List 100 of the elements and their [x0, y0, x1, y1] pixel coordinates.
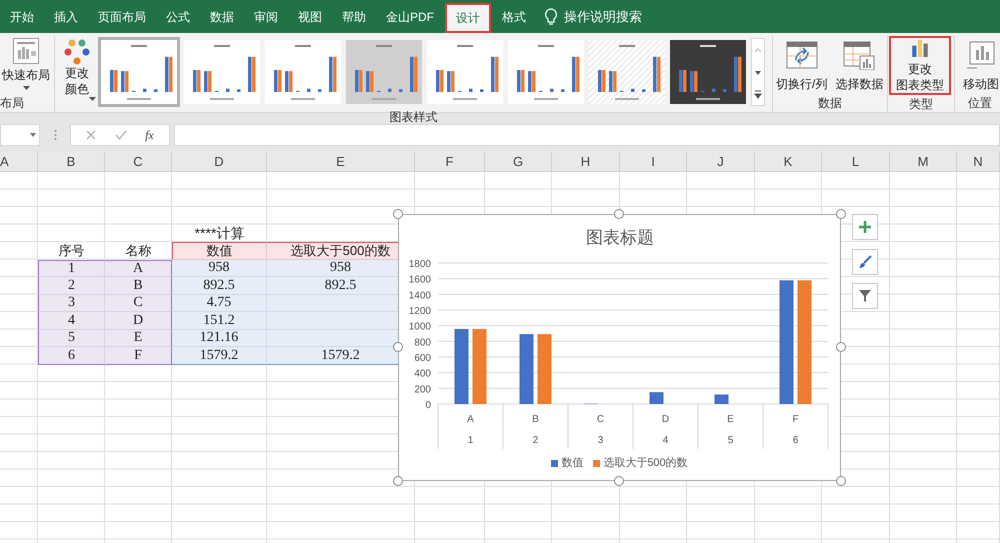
- column-header[interactable]: E: [267, 152, 415, 171]
- table-cell: 1: [38, 260, 105, 277]
- filter-icon: [858, 289, 872, 303]
- resize-handle[interactable]: [836, 476, 846, 486]
- ribbon-tab[interactable]: 数据: [200, 0, 244, 33]
- table-cell: 151.2: [172, 312, 267, 330]
- cancel-icon[interactable]: [86, 130, 96, 140]
- table-cell: B: [105, 277, 172, 294]
- plus-icon: [858, 220, 872, 234]
- bar[interactable]: [650, 392, 664, 404]
- group-label: 图表样式: [388, 109, 438, 126]
- sheet-title: ****计算: [194, 224, 246, 242]
- formula-input[interactable]: [174, 124, 1000, 146]
- ribbon-tab[interactable]: 帮助: [332, 0, 376, 33]
- axis-tick-label: 800: [414, 337, 431, 348]
- table-cell: 892.5: [172, 277, 267, 294]
- caret-icon: [30, 133, 36, 137]
- axis-tick-label: 1200: [408, 306, 431, 317]
- chart-styles-button[interactable]: [852, 249, 878, 275]
- category-label: 1: [468, 435, 474, 446]
- axis-tick-label: 1000: [408, 322, 431, 333]
- select-data-button[interactable]: 选择数据: [832, 36, 886, 93]
- resize-handle[interactable]: [393, 209, 403, 219]
- ribbon-tab[interactable]: 开始: [0, 0, 44, 33]
- axis-tick-label: 600: [414, 353, 431, 364]
- ribbon-tab[interactable]: 金山PDF: [376, 0, 444, 33]
- chart-title[interactable]: 图表标题: [586, 228, 654, 247]
- ribbon-tab[interactable]: 设计: [445, 3, 491, 33]
- column-header[interactable]: B: [38, 152, 105, 171]
- ribbon-tab[interactable]: 插入: [44, 0, 88, 33]
- category-label: B: [532, 414, 539, 425]
- category-label: 4: [662, 435, 668, 446]
- resize-handle[interactable]: [836, 209, 846, 219]
- group-label: 数据: [817, 95, 843, 112]
- table-cell: 121.16: [172, 330, 267, 347]
- group-label: 类型: [908, 96, 934, 113]
- resize-handle[interactable]: [614, 209, 624, 219]
- search-field[interactable]: 操作说明搜索: [564, 6, 642, 26]
- ribbon-tab[interactable]: 视图: [288, 0, 332, 33]
- color-palette-icon: [64, 39, 90, 65]
- table-chart-icon: [843, 40, 876, 70]
- change-chart-type-button[interactable]: 更改 图表类型: [889, 36, 951, 95]
- legend-label: 选取大于500的数: [603, 456, 688, 471]
- chart-window-icon: [966, 40, 996, 70]
- resize-handle[interactable]: [393, 476, 403, 486]
- table-cell: 1579.2: [172, 347, 267, 364]
- axis-tick-label: 200: [414, 384, 431, 396]
- column-header[interactable]: I: [620, 152, 687, 171]
- legend-label: 数值: [561, 456, 584, 471]
- quick-layout-button[interactable]: 快速布局: [0, 36, 52, 90]
- table-cell: 6: [38, 347, 105, 364]
- table-cell: 958: [172, 260, 267, 277]
- table-cell: D: [105, 312, 172, 330]
- column-header[interactable]: D: [172, 152, 267, 171]
- axis-tick-label: 0: [425, 400, 431, 411]
- caret-icon: [89, 97, 96, 101]
- table-cell: F: [105, 347, 172, 364]
- column-header[interactable]: M: [890, 152, 957, 171]
- table-cell: C: [105, 294, 172, 312]
- column-header[interactable]: F: [415, 152, 485, 171]
- ribbon-tab[interactable]: 页面布局: [88, 0, 156, 33]
- ribbon-tab[interactable]: 格式: [492, 0, 536, 33]
- caret-icon: [22, 86, 30, 90]
- resize-handle[interactable]: [614, 476, 624, 486]
- category-label: F: [792, 414, 799, 425]
- table-cell: E: [105, 330, 172, 347]
- column-header[interactable]: G: [485, 152, 552, 171]
- column-header[interactable]: C: [105, 152, 172, 171]
- chart-filters-button[interactable]: [852, 283, 878, 309]
- move-chart-button[interactable]: 移动图: [955, 36, 999, 93]
- column-header[interactable]: H: [552, 152, 620, 171]
- category-label: A: [467, 414, 474, 425]
- grip-icon: [54, 129, 57, 141]
- header-cell-text: 序号: [58, 242, 86, 260]
- chart-style-thumbnail[interactable]: [98, 37, 180, 107]
- category-label: 6: [792, 435, 798, 446]
- column-header[interactable]: L: [822, 152, 890, 171]
- change-colors-button[interactable]: 更改 颜色: [58, 36, 96, 101]
- resize-handle[interactable]: [836, 342, 846, 352]
- chart-elements-button[interactable]: [852, 214, 878, 240]
- chart-area[interactable]: 图表标题 0 200 400 600 800 1000 1200 1400 1600 1800 A 1 B 2 C 3 D 4 E 5 F 6 数值 选取大于500的数: [398, 214, 841, 481]
- layout-icon: [13, 38, 39, 64]
- column-header[interactable]: A: [0, 152, 38, 171]
- category-label: 3: [598, 435, 604, 446]
- header-cell-text: 名称: [124, 242, 152, 260]
- category-label: 5: [728, 435, 734, 446]
- table-cell: 3: [38, 294, 105, 312]
- enter-icon[interactable]: [114, 130, 127, 140]
- table-cell: 4: [38, 312, 105, 330]
- ribbon-tab[interactable]: 审阅: [244, 0, 288, 33]
- column-header[interactable]: N: [957, 152, 1000, 171]
- table-arrows-icon: [786, 40, 818, 70]
- column-header[interactable]: J: [687, 152, 755, 171]
- column-header[interactable]: K: [755, 152, 822, 171]
- header-cell: 数值: [172, 242, 267, 260]
- switch-row-column-button[interactable]: 切换行/列: [773, 36, 830, 93]
- table-cell: 2: [38, 277, 105, 294]
- insert-function-button[interactable]: fx: [145, 126, 154, 144]
- ribbon-tab[interactable]: 公式: [156, 0, 200, 33]
- lightbulb-icon: [544, 8, 558, 26]
